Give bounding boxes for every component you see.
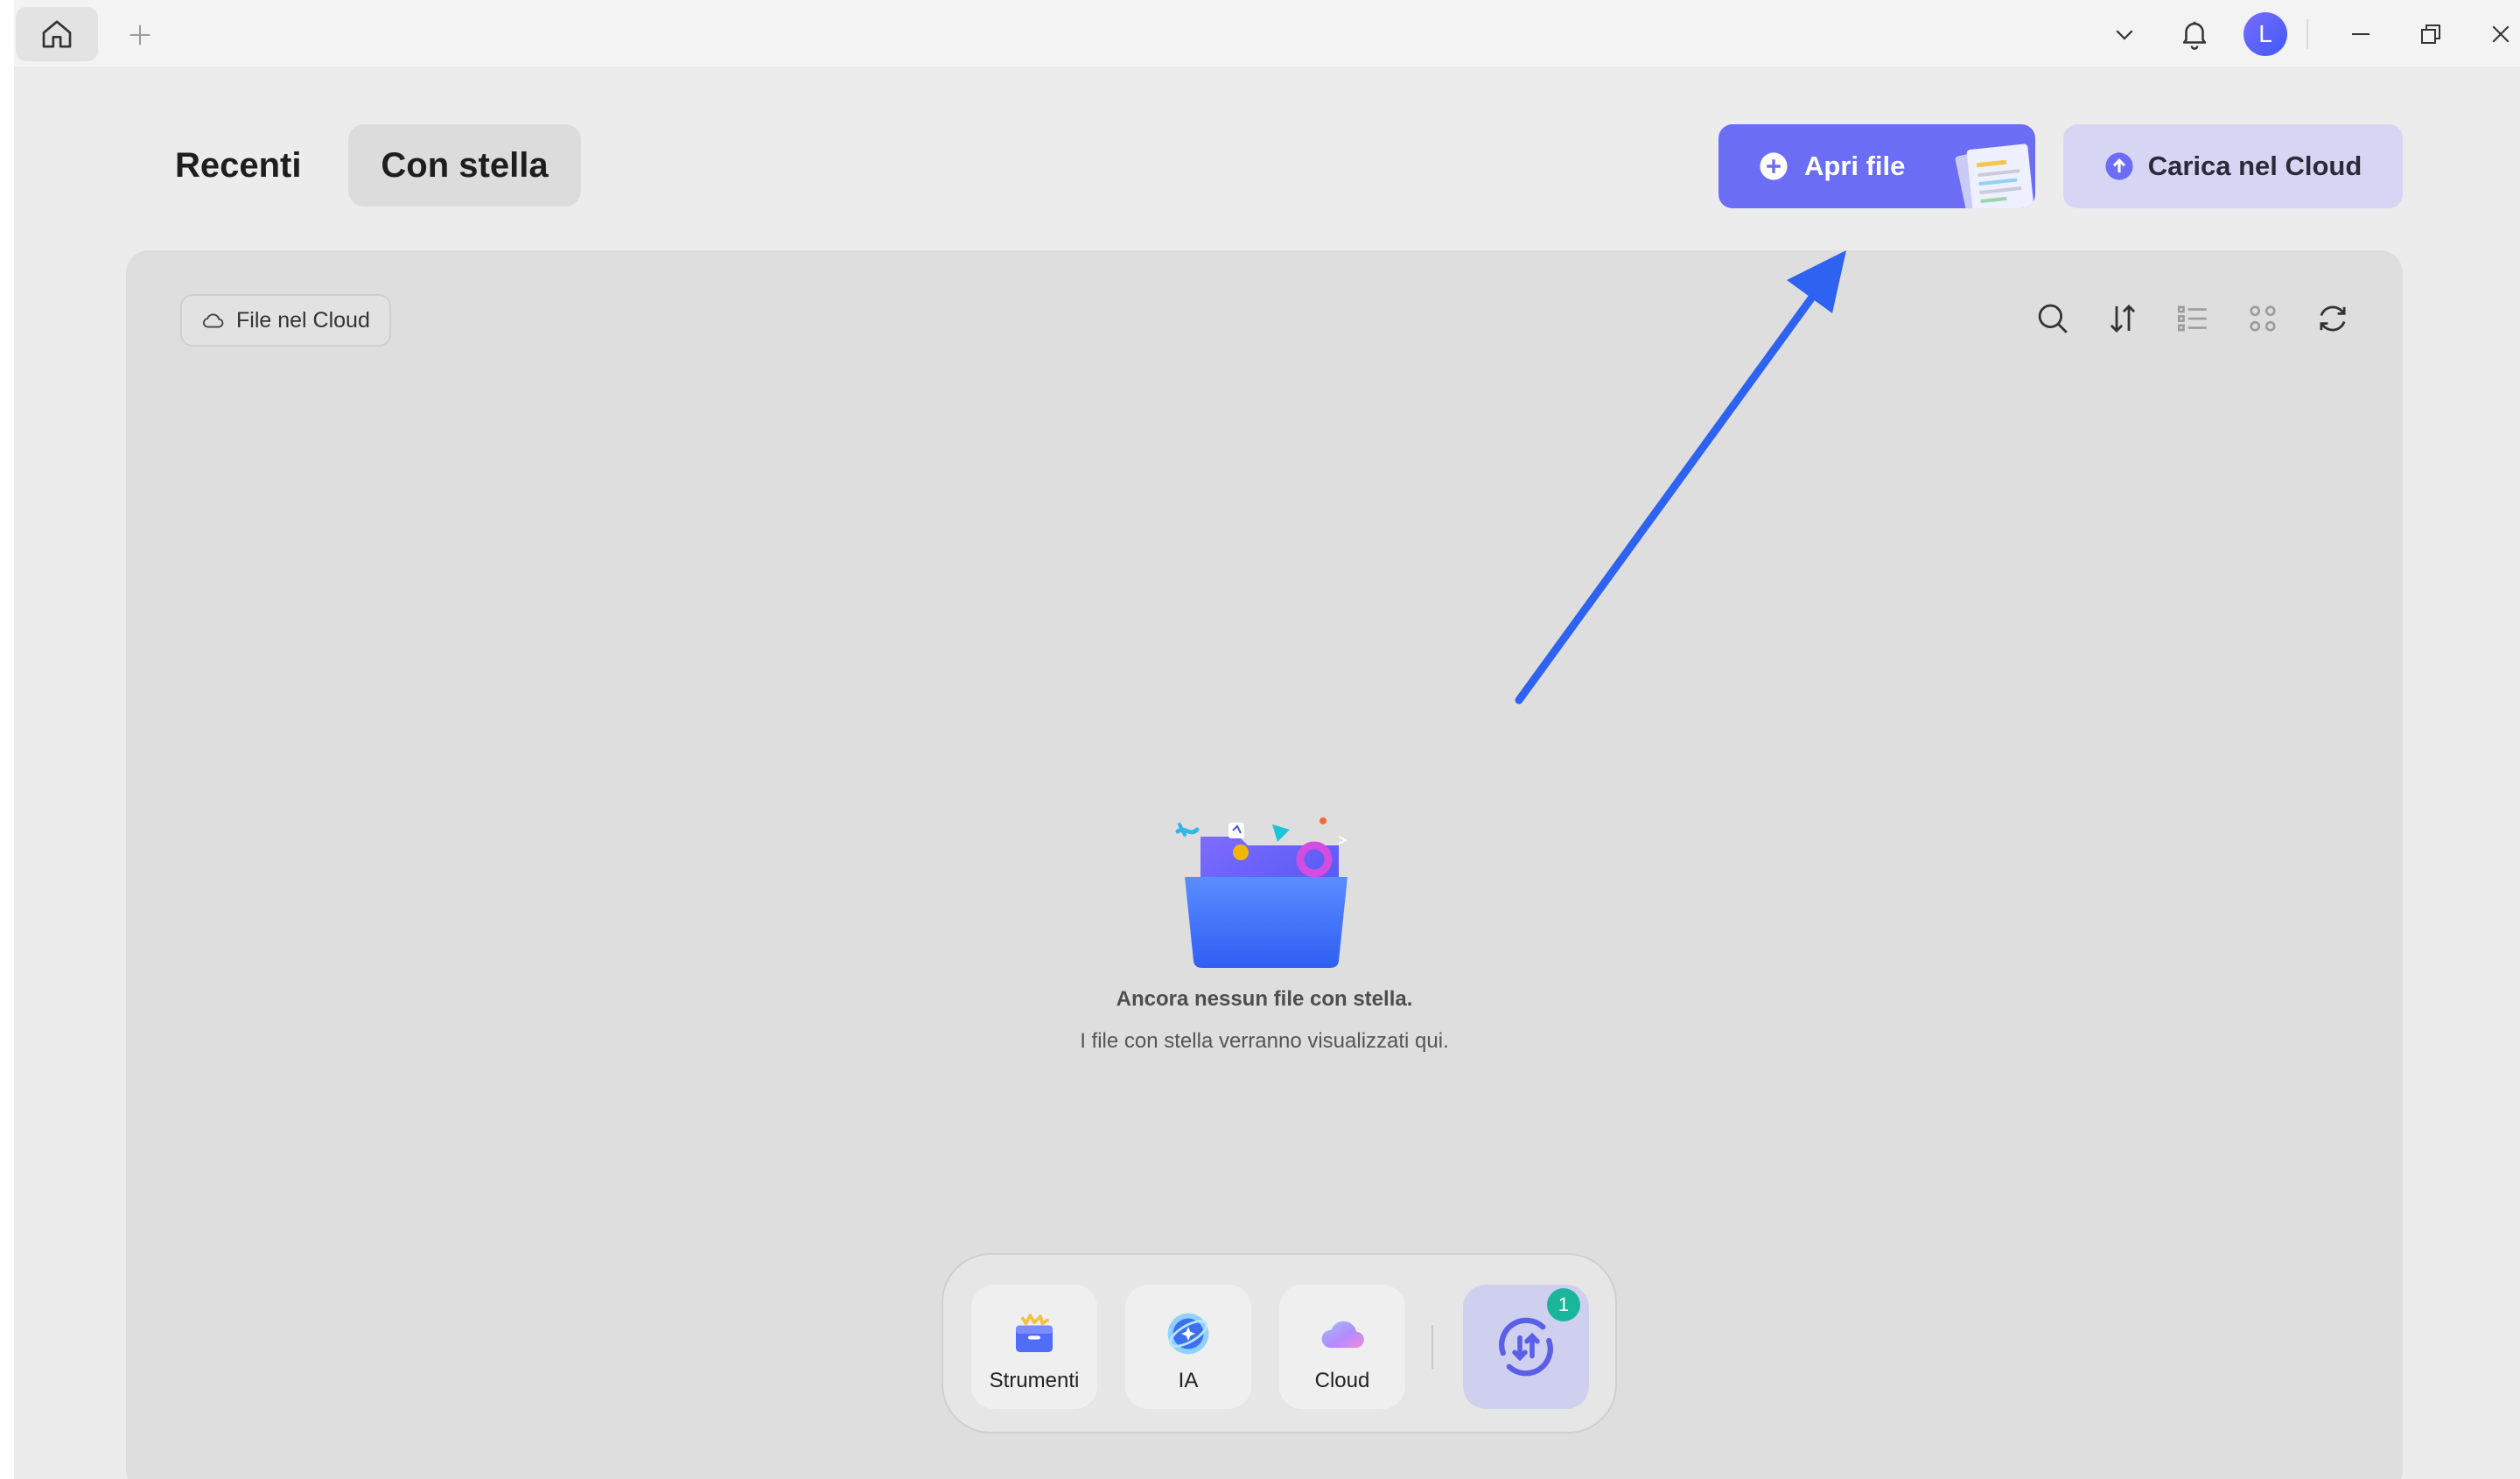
search-icon xyxy=(2038,304,2068,333)
cloud-icon xyxy=(202,313,224,328)
tab-starred[interactable]: Con stella xyxy=(348,124,581,207)
cloud-files-label: File nel Cloud xyxy=(236,307,370,333)
close-button[interactable] xyxy=(2474,8,2520,60)
upload-cloud-label: Carica nel Cloud xyxy=(2147,151,2362,181)
dock-cloud-button[interactable]: Cloud xyxy=(1279,1285,1405,1409)
bell-icon xyxy=(2182,21,2207,50)
dock-ai-label: IA xyxy=(1178,1369,1199,1392)
dock-tools-label: Strumenti xyxy=(989,1369,1080,1392)
list-view-button[interactable] xyxy=(2166,292,2219,345)
grid-icon xyxy=(2250,305,2276,332)
empty-folder-illustration xyxy=(1175,817,1348,968)
notifications-button[interactable] xyxy=(2168,8,2221,60)
sort-button[interactable] xyxy=(2096,292,2149,345)
dropdown-button[interactable] xyxy=(2098,8,2151,60)
dock-convert-button[interactable]: 1 xyxy=(1463,1285,1589,1409)
search-button[interactable] xyxy=(2026,292,2079,345)
empty-state-subtitle: I file con stella verranno visualizzati … xyxy=(1080,1029,1449,1053)
home-tab[interactable] xyxy=(16,7,98,61)
grid-view-button[interactable] xyxy=(2236,292,2289,345)
chevron-down-icon xyxy=(2116,30,2133,40)
minimize-icon xyxy=(2352,33,2370,35)
open-file-label: Apri file xyxy=(1804,151,1906,181)
tab-recent[interactable]: Recenti xyxy=(140,124,337,207)
sort-icon xyxy=(2110,305,2136,333)
restore-icon xyxy=(2421,25,2440,44)
upload-icon xyxy=(2105,152,2133,180)
upload-cloud-button[interactable]: Carica nel Cloud xyxy=(2063,124,2403,208)
convert-icon xyxy=(1499,1317,1553,1377)
avatar[interactable]: L xyxy=(2244,12,2287,56)
open-file-button[interactable]: Apri file xyxy=(1718,124,2035,208)
refresh-icon xyxy=(2320,305,2346,332)
toolbox-icon xyxy=(1016,1314,1053,1352)
close-icon xyxy=(2492,25,2510,43)
cloud-color-icon xyxy=(1321,1321,1364,1349)
minimize-button[interactable] xyxy=(2334,8,2387,60)
new-tab-button[interactable] xyxy=(114,9,166,61)
dock-ai-button[interactable]: IA xyxy=(1125,1285,1251,1409)
empty-state-title: Ancora nessun file con stella. xyxy=(1116,987,1413,1011)
dock-cloud-label: Cloud xyxy=(1314,1369,1370,1392)
cloud-files-filter[interactable]: File nel Cloud xyxy=(180,294,391,347)
bottom-dock: Strumenti IA Cloud 1 xyxy=(942,1253,1617,1433)
titlebar-divider xyxy=(2306,19,2308,49)
dock-tools-button[interactable]: Strumenti xyxy=(971,1285,1097,1409)
app-window: L Recenti Con stella Apri file Carica ne… xyxy=(14,0,2520,1479)
plus-circle-icon xyxy=(1760,152,1788,180)
refresh-button[interactable] xyxy=(2306,292,2359,345)
title-bar: L xyxy=(14,0,2520,68)
dock-divider xyxy=(1432,1325,1433,1369)
plus-icon xyxy=(130,25,150,46)
home-icon xyxy=(42,20,72,48)
list-icon xyxy=(2177,305,2207,332)
ai-icon xyxy=(1167,1313,1209,1355)
restore-button[interactable] xyxy=(2404,8,2457,60)
documents-icon xyxy=(1955,144,2035,208)
notification-badge: 1 xyxy=(1547,1288,1580,1321)
